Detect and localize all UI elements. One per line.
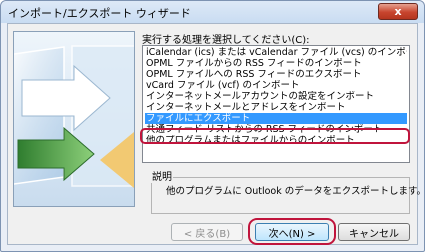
action-prompt-label: 実行する処理を選択してください(C): [142, 35, 310, 46]
list-item[interactable]: 共通フィード リストからの RSS フィードのインポート [145, 124, 407, 135]
list-item[interactable]: 他のプログラムまたはファイルからのインポート [145, 135, 407, 146]
close-icon: x [394, 5, 402, 18]
list-item[interactable]: インターネットメールとアドレスをインポート [145, 102, 407, 113]
window-title: インポート/エクスポート ウィザード [8, 7, 191, 20]
list-item[interactable]: OPML ファイルへの RSS フィードのエクスポート [145, 69, 407, 80]
next-button[interactable]: 次へ(N) > [255, 223, 329, 241]
back-button[interactable]: < 戻る(B) [171, 223, 243, 241]
import-export-arrows-icon [14, 45, 134, 188]
list-item-selected[interactable]: ファイルにエクスポート [145, 113, 407, 124]
list-item[interactable]: インターネットメールアカウントの設定をインポート [145, 91, 407, 102]
action-listbox[interactable]: iCalendar (ics) または vCalendar ファイル (vcs)… [142, 45, 410, 163]
wizard-window: インポート/エクスポート ウィザード x 実行する処理を選択してください(C):… [0, 0, 425, 252]
list-item[interactable]: vCard ファイル (vcf) のインポート [145, 80, 407, 91]
list-item[interactable]: OPML ファイルからの RSS フィードのインポート [145, 58, 407, 69]
description-group: 他のプログラムに Outlook のデータをエクスポートします。 [151, 177, 425, 214]
close-button[interactable]: x [378, 3, 418, 20]
title-bar[interactable]: インポート/エクスポート ウィザード x [1, 1, 424, 23]
list-item[interactable]: iCalendar (ics) または vCalendar ファイル (vcs)… [145, 47, 407, 58]
description-text: 他のプログラムに Outlook のデータをエクスポートします。 [166, 186, 425, 197]
wizard-illustration [13, 31, 135, 207]
cancel-button[interactable]: キャンセル [338, 223, 410, 241]
wizard-body: 実行する処理を選択してください(C): iCalendar (ics) または … [7, 23, 425, 245]
description-label: 説明 [151, 168, 173, 183]
